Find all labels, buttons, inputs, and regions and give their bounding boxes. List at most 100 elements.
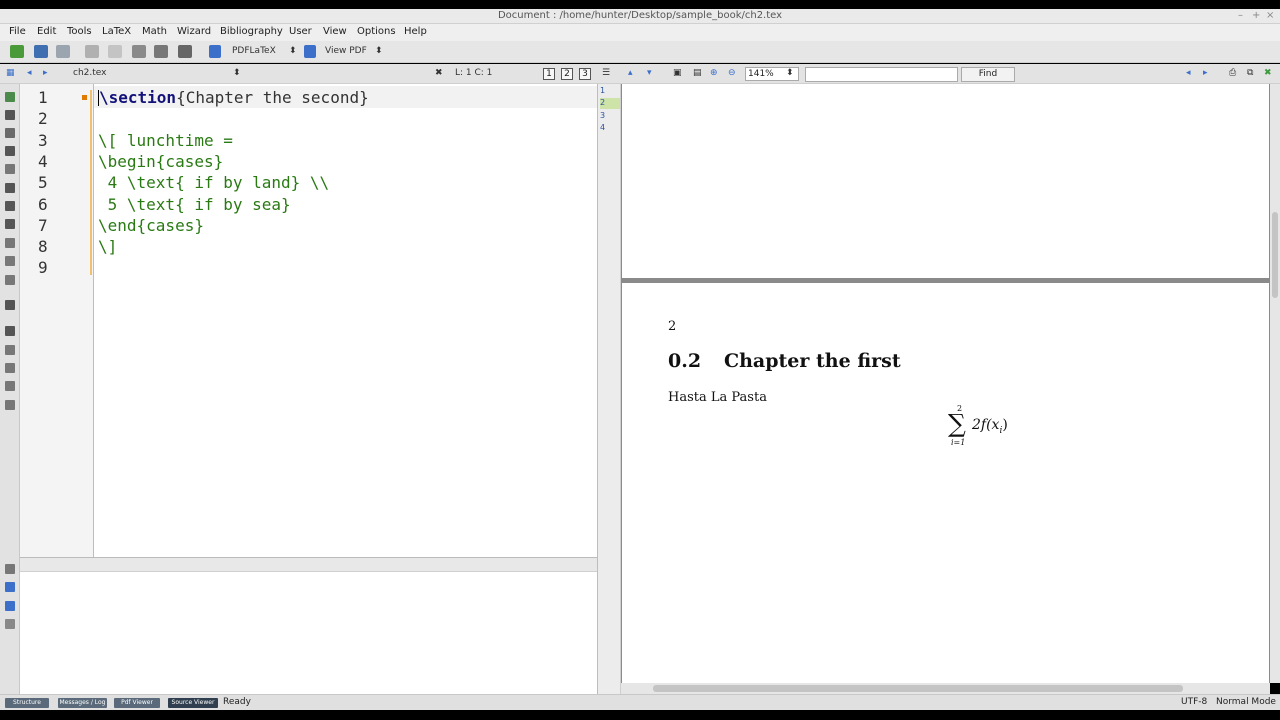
align-left-icon[interactable] xyxy=(5,238,15,248)
forward-icon[interactable]: ▸ xyxy=(43,68,48,78)
code-editor[interactable]: \section{Chapter the second} \[ lunchtim… xyxy=(94,84,597,557)
log-stop-icon[interactable] xyxy=(5,619,15,629)
menu-options[interactable]: Options xyxy=(357,26,396,37)
menu-latex[interactable]: LaTeX xyxy=(102,26,131,37)
find-input[interactable] xyxy=(805,67,958,82)
pdf-vertical-scrollbar[interactable] xyxy=(1270,84,1280,683)
italic-icon[interactable] xyxy=(5,201,15,211)
messages-log-pane[interactable] xyxy=(20,572,597,694)
status-tab-source-viewer[interactable]: Source Viewer xyxy=(168,698,218,708)
view-dropdown-icon[interactable]: ⬍ xyxy=(375,46,383,56)
align-right-icon[interactable] xyxy=(5,275,15,285)
new-file-icon[interactable] xyxy=(10,45,24,58)
status-tab-structure[interactable]: Structure xyxy=(5,698,49,708)
menu-file[interactable]: File xyxy=(9,26,26,37)
bold-icon[interactable] xyxy=(5,183,15,193)
code-line-4[interactable]: \begin{cases} xyxy=(98,152,223,171)
sqrt-icon[interactable] xyxy=(5,381,15,391)
code-line-5[interactable]: 4 \text{ if by land} \\ xyxy=(98,173,330,192)
zoom-out-icon[interactable]: ⊖ xyxy=(728,68,736,78)
pdf-horizontal-scrollbar[interactable] xyxy=(621,683,1270,694)
menu-edit[interactable]: Edit xyxy=(37,26,56,37)
log-next-icon[interactable] xyxy=(5,582,15,592)
page-list-item[interactable]: 4 xyxy=(600,123,620,134)
pdf-up-icon[interactable]: ▴ xyxy=(628,68,633,78)
file-dropdown-icon[interactable]: ⬍ xyxy=(233,68,241,78)
compiler-select[interactable]: PDFLaTeX xyxy=(232,46,276,56)
find-prev-icon[interactable]: ◂ xyxy=(1186,68,1191,78)
find-next-icon[interactable]: ▸ xyxy=(1203,68,1208,78)
pdf-down-icon[interactable]: ▾ xyxy=(647,68,652,78)
pdf-viewer[interactable]: 2 0.2 Chapter the first Hasta La Pasta 2… xyxy=(621,84,1270,683)
menu-wizard[interactable]: Wizard xyxy=(177,26,211,37)
save-all-icon[interactable] xyxy=(56,45,70,58)
paste-icon[interactable] xyxy=(178,45,192,58)
external-view-icon[interactable]: ⧉ xyxy=(1247,68,1253,78)
copy-icon[interactable] xyxy=(132,45,146,58)
status-tab-pdf-viewer[interactable]: Pdf Viewer xyxy=(114,698,160,708)
view-1-button[interactable]: 1 xyxy=(543,68,555,80)
check-icon[interactable] xyxy=(5,400,15,410)
subscript-icon[interactable] xyxy=(5,345,15,355)
code-line-7[interactable]: \end{cases} xyxy=(98,216,204,235)
save-icon[interactable] xyxy=(34,45,48,58)
bookmark-marker[interactable] xyxy=(82,95,87,100)
page-list-item-selected[interactable]: 2 xyxy=(600,98,620,109)
back-icon[interactable]: ◂ xyxy=(27,68,32,78)
menu-math[interactable]: Math xyxy=(142,26,167,37)
code-line-3[interactable]: \[ lunchtime = xyxy=(98,131,233,150)
encoding-indicator[interactable]: UTF-8 xyxy=(1181,697,1207,707)
fraction-icon[interactable] xyxy=(5,363,15,373)
reference-icon[interactable] xyxy=(5,110,15,120)
pdf-page-icon[interactable]: ▤ xyxy=(693,68,702,78)
menu-help[interactable]: Help xyxy=(404,26,427,37)
code-line-8[interactable]: \] xyxy=(98,237,117,256)
sidebar-toggle-icon[interactable]: ▦ xyxy=(6,68,15,78)
menu-tools[interactable]: Tools xyxy=(67,26,92,37)
close-button[interactable]: × xyxy=(1266,10,1274,21)
pdf-close-icon[interactable]: ✖ xyxy=(1264,68,1272,78)
cut-icon[interactable] xyxy=(154,45,168,58)
emph-icon[interactable] xyxy=(5,219,15,229)
status-tab-messages[interactable]: Messages / Log xyxy=(58,698,107,708)
page-list-item[interactable]: 1 xyxy=(600,86,620,97)
pdf-vertical-scroll-thumb[interactable] xyxy=(1272,212,1278,298)
symbol-icon[interactable] xyxy=(5,128,15,138)
pdf-fit-icon[interactable]: ▣ xyxy=(673,68,682,78)
menu-bibliography[interactable]: Bibliography xyxy=(220,26,283,37)
code-line-6[interactable]: 5 \text{ if by sea} xyxy=(98,195,291,214)
file-tab[interactable]: ch2.tex xyxy=(73,68,106,78)
mode-indicator[interactable]: Normal Mode xyxy=(1216,697,1276,707)
newline-icon[interactable] xyxy=(5,300,15,310)
label-icon[interactable] xyxy=(5,146,15,156)
log-splitter[interactable] xyxy=(20,557,597,572)
close-file-icon[interactable]: ✖ xyxy=(435,68,443,78)
view-3-button[interactable]: 3 xyxy=(579,68,591,80)
pdf-horizontal-scroll-thumb[interactable] xyxy=(653,685,1183,692)
page-list-item[interactable]: 3 xyxy=(600,111,620,122)
view-arrow-icon[interactable] xyxy=(304,45,316,58)
view-2-button[interactable]: 2 xyxy=(561,68,573,80)
maximize-button[interactable]: + xyxy=(1252,10,1260,21)
log-prev-icon[interactable] xyxy=(5,601,15,611)
zoom-in-icon[interactable]: ⊕ xyxy=(710,68,718,78)
view-pdf-button[interactable]: View PDF xyxy=(325,46,367,56)
code-line-1[interactable]: \section{Chapter the second} xyxy=(98,88,369,107)
menu-view[interactable]: View xyxy=(323,26,347,37)
run-arrow-icon[interactable] xyxy=(209,45,221,58)
structure-icon[interactable] xyxy=(5,92,15,102)
zoom-dropdown-icon[interactable]: ⬍ xyxy=(786,68,794,78)
menu-user[interactable]: User xyxy=(289,26,312,37)
pdf-menu-icon[interactable]: ☰ xyxy=(602,68,610,78)
minimize-button[interactable]: – xyxy=(1238,10,1243,21)
fold-marker[interactable] xyxy=(90,90,92,275)
math-mode-icon[interactable] xyxy=(5,326,15,336)
undo-icon[interactable] xyxy=(85,45,99,58)
redo-icon[interactable] xyxy=(108,45,122,58)
compiler-dropdown-icon[interactable]: ⬍ xyxy=(289,46,297,56)
align-center-icon[interactable] xyxy=(5,256,15,266)
print-icon[interactable]: ⎙ xyxy=(1229,68,1236,78)
log-list-icon[interactable] xyxy=(5,564,15,574)
relation-icon[interactable] xyxy=(5,164,15,174)
find-button[interactable]: Find xyxy=(961,67,1015,82)
